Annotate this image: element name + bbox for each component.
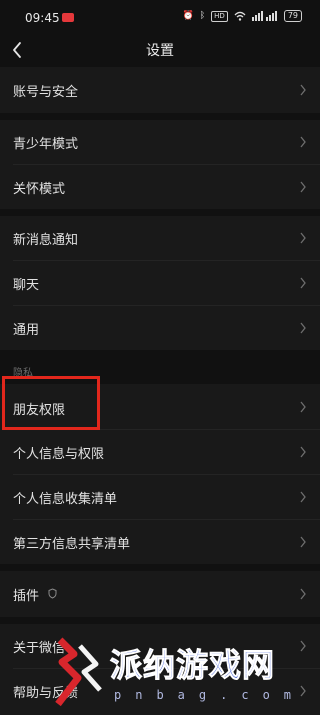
settings-item-teen-mode[interactable]: 青少年模式 <box>0 120 320 164</box>
shield-icon <box>48 588 57 599</box>
settings-item-label: 青少年模式 <box>13 137 79 152</box>
settings-item-label: 个人信息收集清单 <box>13 492 118 507</box>
status-icons: ⏰ ᛒ HD 79 <box>183 10 302 22</box>
hd-badge: HD <box>211 10 228 22</box>
chevron-right-icon <box>300 181 306 193</box>
settings-item-chats[interactable]: 聊天 <box>0 261 320 305</box>
page-title: 设置 <box>146 43 174 59</box>
watermark-subtext: pnbag.com <box>114 688 306 702</box>
settings-item-label: 账号与安全 <box>13 85 79 100</box>
chevron-right-icon <box>300 588 306 600</box>
status-bar: 09:45 ⏰ ᛒ HD 79 <box>0 0 320 34</box>
settings-item-plugins[interactable]: 插件 <box>0 572 320 616</box>
watermark: 派纳游戏网 pnbag.com <box>40 632 318 715</box>
settings-item-label: 聊天 <box>13 278 40 293</box>
alarm-icon: ⏰ <box>182 11 194 21</box>
watermark-text: 派纳游戏网 <box>109 646 276 685</box>
settings-item-general[interactable]: 通用 <box>0 306 320 350</box>
battery-icon: 79 <box>283 10 302 22</box>
settings-item-label: 关怀模式 <box>13 182 66 197</box>
notification-app-icon <box>62 13 74 22</box>
chevron-right-icon <box>300 136 306 148</box>
bluetooth-icon: ᛒ <box>199 11 206 21</box>
nav-bar: 设置 <box>0 34 320 66</box>
status-time: 09:45 <box>25 11 60 25</box>
chevron-right-icon <box>300 322 306 334</box>
signal-icon <box>251 11 277 21</box>
chevron-right-icon <box>300 536 306 548</box>
watermark-logo-icon <box>55 637 102 707</box>
group-account: 账号与安全 <box>0 67 320 113</box>
settings-item-personal-info-permissions[interactable]: 个人信息与权限 <box>0 430 320 474</box>
chevron-right-icon <box>300 232 306 244</box>
settings-item-third-party-sharing[interactable]: 第三方信息共享清单 <box>0 520 320 564</box>
settings-item-account-security[interactable]: 账号与安全 <box>0 68 320 112</box>
settings-item-label: 插件 <box>13 589 40 604</box>
settings-item-personal-info-collection[interactable]: 个人信息收集清单 <box>0 475 320 519</box>
chevron-right-icon <box>300 446 306 458</box>
chevron-right-icon <box>300 401 306 413</box>
settings-item-label: 第三方信息共享清单 <box>13 537 131 552</box>
group-general: 新消息通知 聊天 通用 <box>0 216 320 350</box>
chevron-right-icon <box>300 491 306 503</box>
settings-item-label: 新消息通知 <box>13 233 79 248</box>
group-plugins: 插件 <box>0 571 320 617</box>
chevron-right-icon <box>300 84 306 96</box>
group-modes: 青少年模式 关怀模式 <box>0 120 320 209</box>
settings-item-label: 个人信息与权限 <box>13 447 105 462</box>
highlight-annotation-box <box>2 376 100 430</box>
wifi-icon <box>234 11 246 21</box>
settings-item-care-mode[interactable]: 关怀模式 <box>0 165 320 209</box>
settings-item-label: 通用 <box>13 323 40 338</box>
settings-item-notifications[interactable]: 新消息通知 <box>0 216 320 260</box>
chevron-right-icon <box>300 277 306 289</box>
